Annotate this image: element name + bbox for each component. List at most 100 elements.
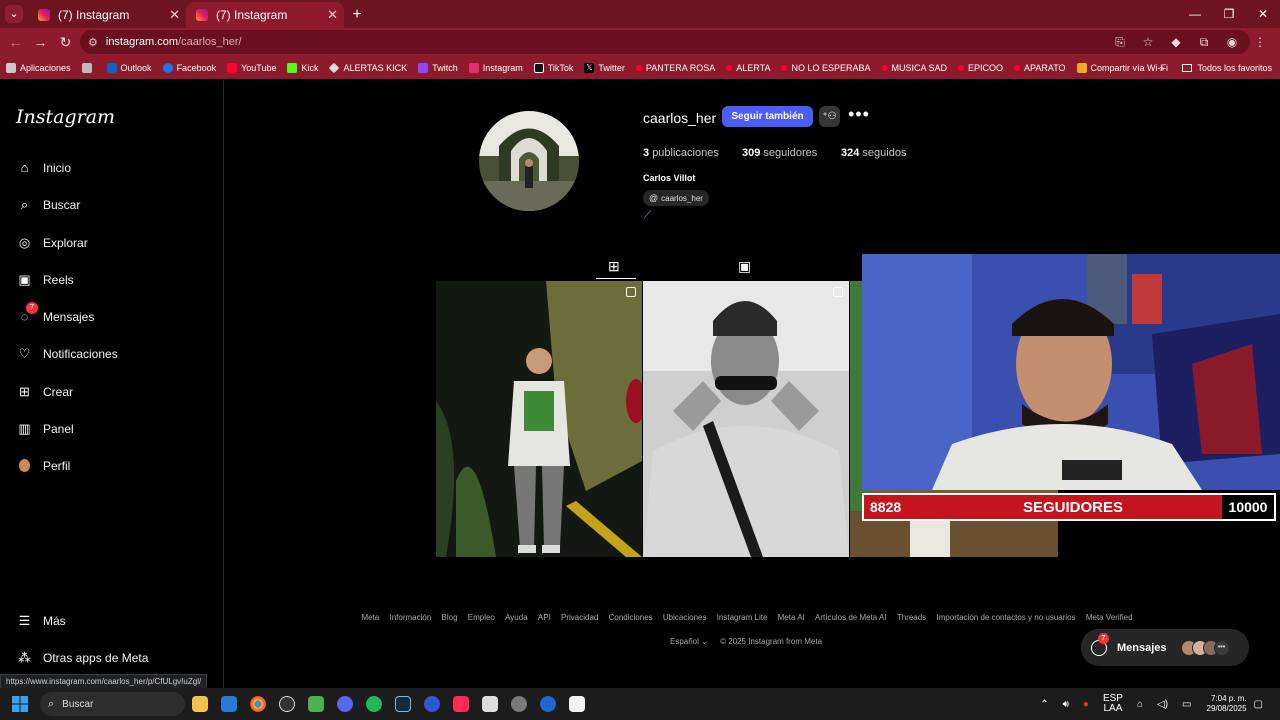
footer-link[interactable]: Meta AI [778,613,805,622]
notifications-icon[interactable]: ▢ [1254,699,1263,710]
nav-item-crear[interactable]: ⊞ Crear [16,383,73,400]
bookmark-item[interactable]: Instagram [468,62,523,73]
footer-link[interactable]: Empleo [468,613,495,622]
footer-link[interactable]: Importación de contactos y no usuarios [936,613,1075,622]
reels-icon[interactable]: ▣ [738,258,751,275]
store-icon[interactable] [214,688,243,720]
bookmark-item[interactable]: Twitch [418,62,458,73]
footer-link[interactable]: Ubicaciones [663,613,707,622]
nav-item-buscar[interactable]: ⌕ Buscar [16,196,81,213]
language-selector[interactable]: Español ⌄ [670,637,708,646]
obs-icon[interactable] [272,688,301,720]
nav-item-panel[interactable]: ▥ Panel [16,420,73,437]
threads-badge[interactable]: @ caarlos_her [643,190,709,206]
bookmark-item[interactable]: Kick [287,62,318,73]
address-bar[interactable]: ⚙ instagram.com/caarlos_her/ [80,30,1250,54]
more-options-icon[interactable]: ••• [848,104,870,125]
bookmarks-overflow-button[interactable]: » [1159,63,1164,73]
tiktok-icon[interactable] [446,688,475,720]
suggested-users-button[interactable]: ⁺⚇ [819,106,840,127]
discord-icon[interactable] [330,688,359,720]
link-icon[interactable]: ⟋ [644,210,651,221]
bookmark-item[interactable]: EPICOO [958,63,1003,73]
close-window-icon[interactable]: ✕ [1246,0,1280,28]
taskbar-search-box[interactable]: ⌕ Buscar [40,692,185,716]
bookmark-star-icon[interactable]: ☆ [1134,35,1162,49]
nav-item-notificaciones[interactable]: ♡ Notificaciones [16,345,118,362]
chevron-up-icon[interactable]: ⌃ [1040,699,1048,710]
spotify-icon[interactable] [359,688,388,720]
all-bookmarks-button[interactable]: Todos los favoritos [1197,63,1272,73]
profile-picture[interactable] [479,111,579,211]
bookmark-item[interactable]: NO LO ESPERABA [781,63,871,73]
footer-link[interactable]: Meta [361,613,379,622]
follow-back-button[interactable]: Seguir también [722,106,813,127]
new-tab-button[interactable]: + [344,2,370,28]
reload-icon[interactable]: ↻ [53,34,78,51]
microphone-icon[interactable]: ● [1083,699,1089,710]
volume-icon[interactable]: ◁) [1157,699,1168,710]
extensions-puzzle-icon[interactable]: ⧉ [1190,35,1218,50]
forward-arrow-icon[interactable]: → [28,34,53,50]
bookmark-item[interactable] [81,62,96,73]
instagram-logo[interactable]: Instagram [16,106,115,128]
nav-item-inicio[interactable]: ⌂ Inicio [16,159,71,176]
nav-item-perfil[interactable]: Perfil [16,457,70,474]
bookmark-item[interactable]: Facebook [162,62,216,73]
bookmark-item[interactable]: Outlook [106,62,152,73]
speaker-icon[interactable]: 🔊︎ [1063,699,1069,710]
network-icon[interactable]: ⌂ [1137,699,1143,710]
settings-icon[interactable] [504,688,533,720]
footer-link[interactable]: Artículos de Meta AI [815,613,887,622]
profile-avatar-icon[interactable]: ◉ [1218,35,1246,49]
bookmark-item[interactable]: PANTERA ROSA [635,63,715,73]
browser-menu-icon[interactable]: ⋮ [1246,35,1274,49]
post-thumbnail-2[interactable] [643,281,849,557]
restore-icon[interactable]: ❐ [1212,0,1246,28]
close-tab-icon[interactable]: ✕ [327,7,338,23]
following-stat[interactable]: 324 seguidos [841,147,906,159]
browser-tab-1[interactable]: (7) Instagram ✕ [28,2,186,28]
footer-link[interactable]: Threads [897,613,926,622]
file-explorer-icon[interactable] [185,688,214,720]
bookmark-item[interactable]: MUSICA SAD [881,63,947,73]
extension-diamond-icon[interactable]: ◆ [1162,35,1190,49]
footer-link[interactable]: Ayuda [505,613,528,622]
post-thumbnail-1[interactable] [436,281,642,557]
footer-link[interactable]: Condiciones [609,613,653,622]
bookmark-item[interactable]: Aplicaciones [6,62,71,73]
minimize-icon[interactable]: — [1178,0,1212,28]
close-tab-icon[interactable]: ✕ [169,7,180,23]
document-icon[interactable] [475,688,504,720]
bookmark-item[interactable]: APARATO [1014,63,1066,73]
chrome-icon[interactable] [243,688,272,720]
language-indicator[interactable]: ESP LAA [1103,694,1123,714]
nav-item-reels[interactable]: ▣ Reels [16,271,73,288]
steam-icon[interactable] [388,688,417,720]
footer-link[interactable]: API [538,613,551,622]
messages-floating-button[interactable]: 7 Mensajes ••• [1081,629,1249,666]
cast-icon[interactable]: ⎘ [1106,35,1134,50]
bookmark-item[interactable]: Compartir vía Wi-Fi [1076,62,1168,73]
nav-item-explorar[interactable]: ◎ Explorar [16,234,88,251]
bookmark-item[interactable]: ALERTA [726,63,770,73]
tab-search-button[interactable]: ⌄ [0,0,28,28]
app-blue-icon[interactable] [533,688,562,720]
bookmark-item[interactable]: YouTube [227,62,276,73]
followers-stat[interactable]: 309 seguidores [742,147,817,159]
capcut-icon[interactable] [562,688,591,720]
footer-link[interactable]: Blog [442,613,458,622]
taskbar-clock[interactable]: 7:04 p. m. 29/08/2025 [1207,694,1247,714]
browser-blue-icon[interactable] [417,688,446,720]
steam-like-icon[interactable] [301,688,330,720]
footer-link[interactable]: Información [389,613,431,622]
nav-item-mensajes[interactable]: ◌ 7 Mensajes [16,302,94,325]
battery-icon[interactable]: ▭ [1182,699,1191,710]
browser-tab-2[interactable]: (7) Instagram ✕ [186,2,344,28]
footer-link[interactable]: Instagram Lite [717,613,768,622]
footer-link[interactable]: Privacidad [561,613,598,622]
bookmark-item[interactable]: ALERTAS KICK [329,62,407,73]
windows-start-icon[interactable] [0,688,40,720]
nav-item-meta-apps[interactable]: ⁂ Otras apps de Meta [16,649,148,666]
bookmark-item[interactable]: 𝕏 Twitter [584,62,625,73]
